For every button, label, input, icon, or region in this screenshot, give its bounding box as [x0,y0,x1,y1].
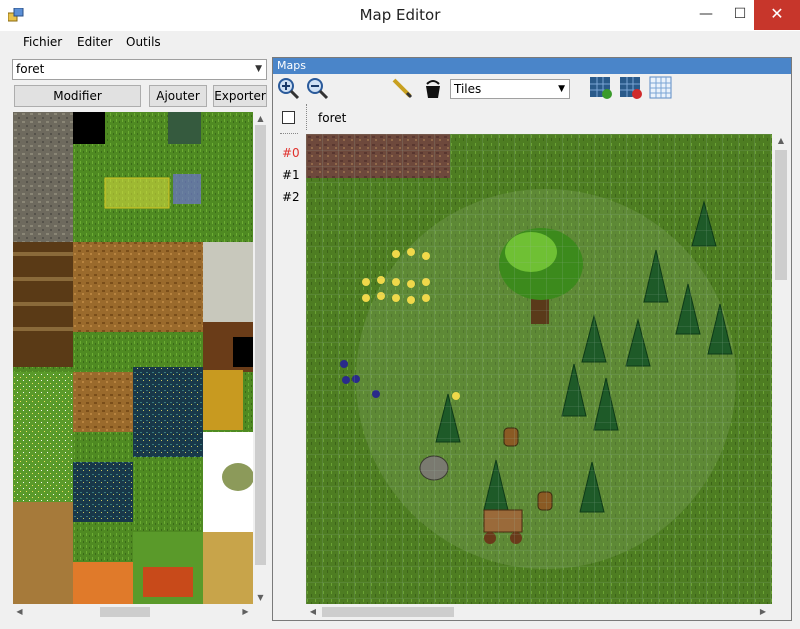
map-select[interactable]: foret ▼ [12,59,267,80]
layer-mode-value: Tiles [454,82,482,96]
modifier-button[interactable]: Modifier [14,85,141,107]
grid-remove-icon[interactable] [619,76,643,100]
scroll-left-icon[interactable]: ◀ [13,605,26,619]
menu-editer[interactable]: Editer [77,35,113,49]
zoom-in-icon[interactable] [276,76,300,100]
layer-item-2[interactable]: #2 [282,190,300,204]
scroll-left-icon[interactable]: ◀ [306,605,320,619]
bucket-icon[interactable] [421,76,445,100]
zoom-out-icon[interactable] [305,76,329,100]
scroll-down-icon[interactable]: ▼ [253,591,268,604]
scroll-right-icon[interactable]: ▶ [756,605,770,619]
tileset-vertical-thumb[interactable] [255,125,266,565]
map-canvas[interactable] [306,134,772,604]
layer-checkbox[interactable] [282,111,295,124]
layer-item-0[interactable]: #0 [282,146,300,160]
layer-item-1[interactable]: #1 [282,168,300,182]
scroll-right-icon[interactable]: ▶ [239,605,252,619]
tree-separator [306,104,307,130]
ajouter-button[interactable]: Ajouter [149,85,207,107]
scroll-up-icon[interactable]: ▲ [772,134,790,148]
scroll-up-icon[interactable]: ▲ [253,112,268,125]
tree-divider [280,133,298,134]
menu-fichier[interactable]: Fichier [23,35,62,49]
layer-mode-select[interactable]: Tiles ▼ [450,79,570,99]
menu-bar [0,31,800,53]
menu-outils[interactable]: Outils [126,35,161,49]
grid-add-icon[interactable] [589,76,613,100]
exporter-button[interactable]: Exporter [213,85,267,107]
chevron-down-icon: ▼ [558,84,565,94]
maps-panel-header: Maps [273,58,791,74]
maximize-button[interactable]: ☐ [726,0,754,30]
map-vertical-thumb[interactable] [775,150,787,280]
pencil-icon[interactable] [390,76,414,100]
close-button[interactable]: ✕ [754,0,800,30]
window-title: Map Editor [359,6,441,24]
tileset-horizontal-thumb[interactable] [100,607,150,617]
map-select-value: foret [16,62,45,76]
map-name-label: foret [318,111,347,125]
tileset-palette[interactable] [13,112,253,605]
chevron-down-icon: ▼ [255,64,262,74]
grid-toggle-icon[interactable] [649,76,673,100]
minimize-button[interactable]: — [686,0,726,30]
map-horizontal-thumb[interactable] [322,607,454,617]
